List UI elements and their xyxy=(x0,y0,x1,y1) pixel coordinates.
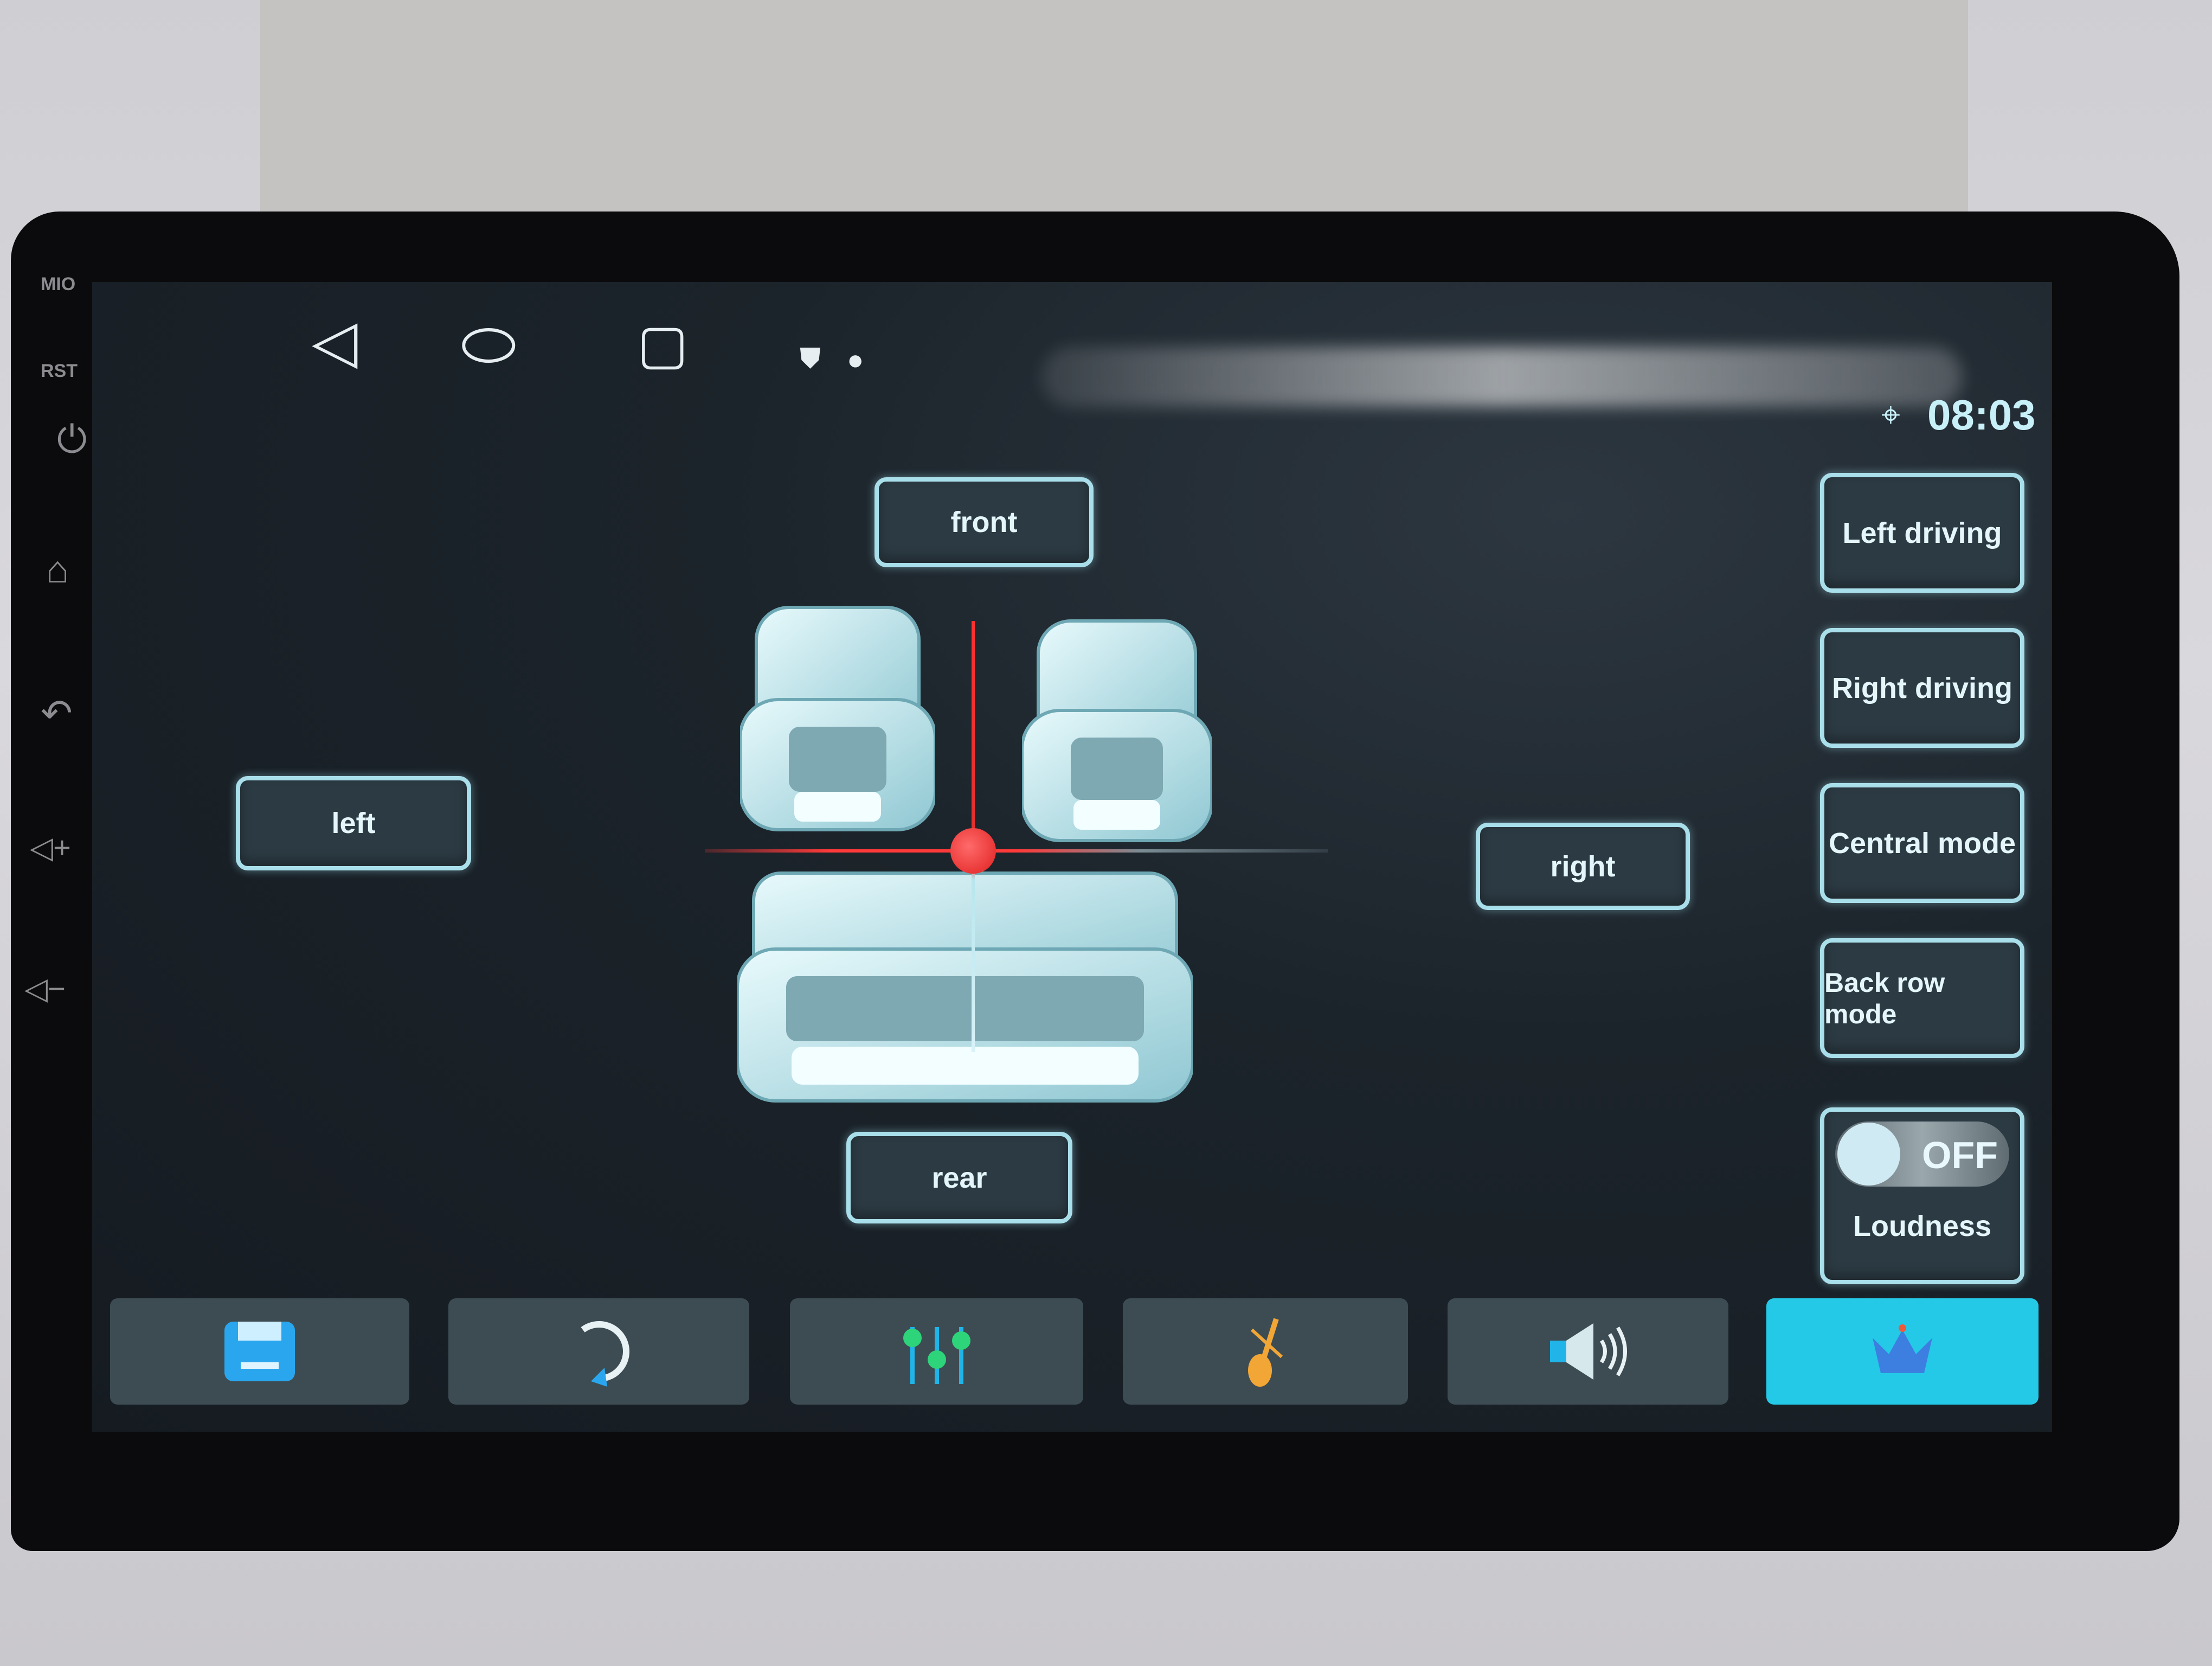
shield-icon: ⛊ xyxy=(800,343,821,374)
loudness-panel: OFF Loudness xyxy=(1820,1107,2024,1284)
screen: ◁ ⬭ ▢ ⛊ ● ⌖ 08:03 front left right rear … xyxy=(92,282,2052,1432)
vip-button[interactable] xyxy=(1766,1298,2039,1405)
clock: 08:03 xyxy=(1927,391,2036,439)
loudness-label: Loudness xyxy=(1853,1210,1992,1242)
mic-label: MIO xyxy=(41,274,76,294)
volume-button[interactable] xyxy=(1448,1298,1728,1405)
nav-back-icon[interactable]: ◁ xyxy=(312,312,358,371)
right-driving-button[interactable]: Right driving xyxy=(1820,628,2024,748)
left-button[interactable]: left xyxy=(236,776,471,870)
save-button[interactable] xyxy=(110,1298,409,1405)
left-driving-button[interactable]: Left driving xyxy=(1820,473,2024,593)
loudness-toggle[interactable]: OFF xyxy=(1835,1122,2009,1187)
crown-vip-icon xyxy=(1873,1324,1932,1373)
reset-label: RST xyxy=(41,361,78,381)
rear-bench-seat xyxy=(737,872,1193,1103)
sound-effect-guitar-icon xyxy=(1248,1318,1283,1387)
front-button[interactable]: front xyxy=(874,477,1094,567)
save-icon xyxy=(224,1322,295,1381)
reset-icon xyxy=(580,1321,629,1387)
back-row-mode-button[interactable]: Back row mode xyxy=(1820,938,2024,1058)
location-pin-icon: ⌖ xyxy=(1881,396,1900,434)
listening-position-handle[interactable] xyxy=(950,828,996,874)
volume-up-icon[interactable]: ◁+ xyxy=(30,832,71,863)
nav-home-icon[interactable]: ⬭ xyxy=(461,312,516,377)
volume-icon xyxy=(1550,1323,1627,1380)
reset-button[interactable] xyxy=(448,1298,749,1405)
loudness-state: OFF xyxy=(1922,1134,1998,1176)
front-right-seat xyxy=(1022,619,1212,842)
volume-down-icon[interactable]: ◁− xyxy=(24,973,66,1004)
power-icon[interactable]: ⏻ xyxy=(57,420,87,458)
back-icon[interactable]: ↶ xyxy=(41,694,73,732)
equalizer-icon xyxy=(903,1327,970,1384)
central-mode-button[interactable]: Central mode xyxy=(1820,783,2024,903)
toggle-knob xyxy=(1837,1123,1900,1186)
nav-recents-icon[interactable]: ▢ xyxy=(637,317,688,371)
screen-glare xyxy=(1041,347,1963,407)
balance-axis-line xyxy=(705,849,1328,853)
equalizer-button[interactable] xyxy=(790,1298,1083,1405)
record-dot-icon: ● xyxy=(847,344,864,376)
front-left-seat xyxy=(740,606,935,831)
right-button[interactable]: right xyxy=(1476,823,1690,910)
rear-button[interactable]: rear xyxy=(846,1132,1072,1223)
sound-effect-button[interactable] xyxy=(1123,1298,1408,1405)
home-icon[interactable]: ⌂ xyxy=(46,550,69,588)
